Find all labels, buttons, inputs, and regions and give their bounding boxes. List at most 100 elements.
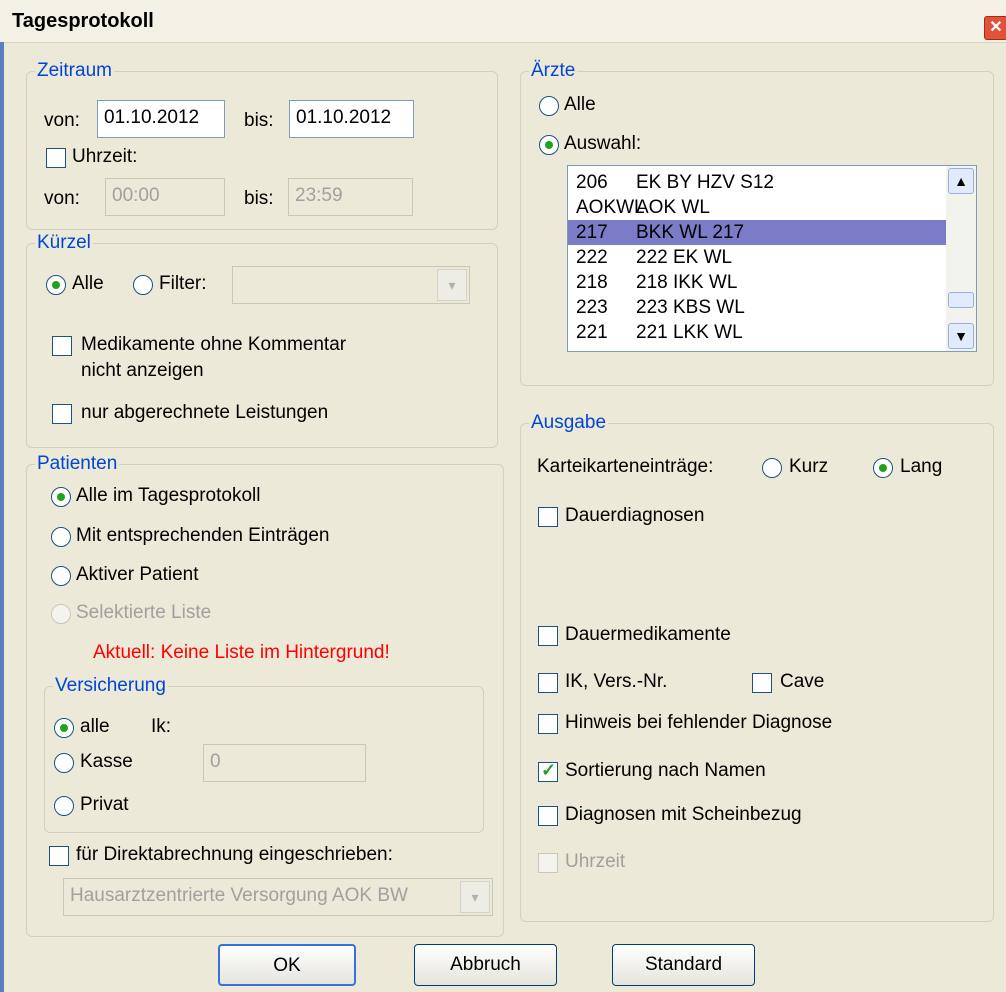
list-item[interactable]: 223 223 KBS WL <box>568 295 946 320</box>
list-item-code: AOKWL <box>576 197 645 218</box>
list-item-selected[interactable]: 217 BKK WL 217 <box>568 220 946 245</box>
kuerzel-filter-radio[interactable] <box>133 275 153 295</box>
versicherung-privat-radio[interactable] <box>54 796 74 816</box>
ik-label: Ik: <box>151 716 172 737</box>
chevron-down-icon[interactable]: ▾ <box>460 881 490 913</box>
sortierung-checkbox[interactable]: ✓ <box>538 760 558 782</box>
patienten-warning: Aktuell: Keine Liste im Hintergrund! <box>93 642 390 663</box>
list-item[interactable]: 221 221 LKK WL <box>568 320 946 345</box>
aerzte-alle-label: Alle <box>564 94 596 115</box>
uhrzeit-checkbox[interactable] <box>46 148 66 168</box>
leistungen-checkbox[interactable] <box>52 404 72 424</box>
aerzte-auswahl-label: Auswahl: <box>564 133 642 154</box>
scrollbar-thumb[interactable] <box>948 292 974 308</box>
chevron-down-icon[interactable]: ▼ <box>948 323 974 349</box>
patienten-alle-radio[interactable] <box>51 487 71 507</box>
ik-vers-checkbox[interactable] <box>538 673 558 693</box>
patienten-option-0: Alle im Tagesprotokoll <box>76 485 261 506</box>
close-icon[interactable]: ✕ <box>984 16 1006 40</box>
kartei-lang-radio[interactable] <box>873 458 893 478</box>
kartei-kurz-radio[interactable] <box>762 458 782 478</box>
list-item-code: 221 <box>576 322 608 343</box>
scheinbezug-checkbox[interactable] <box>538 806 558 826</box>
dauerdiagnosen-checkbox[interactable] <box>538 507 558 527</box>
list-item-code: 222 <box>576 247 608 268</box>
window-title: Tagesprotokoll <box>12 10 154 32</box>
leistungen-label: nur abgerechnete Leistungen <box>81 402 329 423</box>
patienten-eintraege-radio[interactable] <box>51 527 71 547</box>
ok-button[interactable]: OK <box>218 944 356 986</box>
list-item-name: 221 LKK WL <box>636 322 743 343</box>
ausgabe-group: Ausgabe <box>520 412 994 922</box>
cave-checkbox[interactable] <box>752 673 772 693</box>
abbruch-button[interactable]: Abbruch <box>414 944 557 986</box>
list-item[interactable]: 222 222 EK WL <box>568 245 946 270</box>
kuerzel-alle-label: Alle <box>72 273 104 294</box>
list-item-name: AOK WL <box>636 197 710 218</box>
patienten-option-2: Aktiver Patient <box>76 564 199 585</box>
aerzte-auswahl-radio[interactable] <box>539 135 559 155</box>
ausgabe-uhrzeit-label: Uhrzeit <box>565 851 626 872</box>
ik-vers-label: IK, Vers.-Nr. <box>565 671 668 692</box>
list-item-code: 223 <box>576 297 608 318</box>
date-bis-label: bis: <box>244 110 274 131</box>
checkmark-icon: ✓ <box>541 760 557 780</box>
versicherung-privat-label: Privat <box>80 794 129 815</box>
aerzte-listbox[interactable]: 206 EK BY HZV S12 AOKWLAOK WL 217 BKK WL 2… <box>567 165 977 352</box>
versicherung-legend: Versicherung <box>55 675 166 696</box>
list-item-name: EK BY HZV S12 <box>636 172 774 193</box>
hinweis-checkbox[interactable] <box>538 714 558 734</box>
list-item-name: 218 IKK WL <box>636 272 738 293</box>
dauermedikamente-checkbox[interactable] <box>538 626 558 646</box>
cave-label: Cave <box>780 671 825 692</box>
versicherung-alle-radio[interactable] <box>54 718 74 738</box>
patienten-option-3: Selektierte Liste <box>76 602 212 623</box>
uhrzeit-label: Uhrzeit: <box>72 146 138 167</box>
list-item-code: 218 <box>576 272 608 293</box>
direktabrechnung-select[interactable]: Hausarztzentrierte Versorgung AOK BW ▾ <box>63 878 493 916</box>
direktabrechnung-checkbox[interactable] <box>49 846 69 866</box>
scheinbezug-label: Diagnosen mit Scheinbezug <box>565 804 802 825</box>
kuerzel-filter-label: Filter: <box>159 273 207 294</box>
dauerdiagnosen-label: Dauerdiagnosen <box>565 505 705 526</box>
time-von-label: von: <box>44 188 80 209</box>
kartei-label: Karteikarteneinträge: <box>537 456 714 477</box>
aerzte-legend: Ärzte <box>531 60 576 81</box>
dauermedikamente-label: Dauermedikamente <box>565 624 731 645</box>
versicherung-alle-label: alle <box>80 716 110 737</box>
sortierung-label: Sortierung nach Namen <box>565 760 766 781</box>
medikamente-checkbox[interactable] <box>52 336 72 356</box>
time-von-input[interactable]: 00:00 <box>105 178 225 216</box>
patienten-liste-radio[interactable] <box>51 604 71 624</box>
ausgabe-legend: Ausgabe <box>531 412 607 433</box>
ausgabe-uhrzeit-checkbox[interactable] <box>538 853 558 873</box>
kartei-lang-label: Lang <box>900 456 943 477</box>
patienten-aktiver-radio[interactable] <box>51 566 71 586</box>
standard-button[interactable]: Standard <box>612 944 755 986</box>
list-item-name: 222 EK WL <box>636 247 733 268</box>
kuerzel-alle-radio[interactable] <box>46 275 66 295</box>
kuerzel-legend: Kürzel <box>37 232 91 253</box>
patienten-option-1: Mit entsprechenden Einträgen <box>76 525 330 546</box>
date-von-label: von: <box>44 110 80 131</box>
ik-input[interactable]: 0 <box>203 744 366 782</box>
direktabrechnung-label: für Direktabrechnung eingeschrieben: <box>76 844 393 865</box>
medikamente-label-line2: nicht anzeigen <box>81 360 204 381</box>
chevron-down-icon[interactable]: ▾ <box>437 269 467 301</box>
list-item-name: 223 KBS WL <box>636 297 745 318</box>
list-item[interactable]: AOKWLAOK WL <box>568 195 946 220</box>
aerzte-alle-radio[interactable] <box>539 96 559 116</box>
list-item-code: 217 <box>576 222 608 243</box>
listbox-scrollbar[interactable]: ▲ ▼ <box>946 166 976 351</box>
list-item[interactable]: 218 218 IKK WL <box>568 270 946 295</box>
kuerzel-filter-select[interactable]: ▾ <box>232 266 470 304</box>
versicherung-kasse-radio[interactable] <box>54 753 74 773</box>
chevron-up-icon[interactable]: ▲ <box>948 168 974 194</box>
direktabrechnung-value: Hausarztzentrierte Versorgung AOK BW <box>70 885 408 906</box>
date-von-input[interactable]: 01.10.2012 <box>97 100 225 138</box>
patienten-legend: Patienten <box>37 453 118 474</box>
date-bis-input[interactable]: 01.10.2012 <box>289 100 414 138</box>
time-bis-input[interactable]: 23:59 <box>288 178 413 216</box>
list-item[interactable]: 206 EK BY HZV S12 <box>568 170 946 195</box>
versicherung-kasse-label: Kasse <box>80 751 133 772</box>
